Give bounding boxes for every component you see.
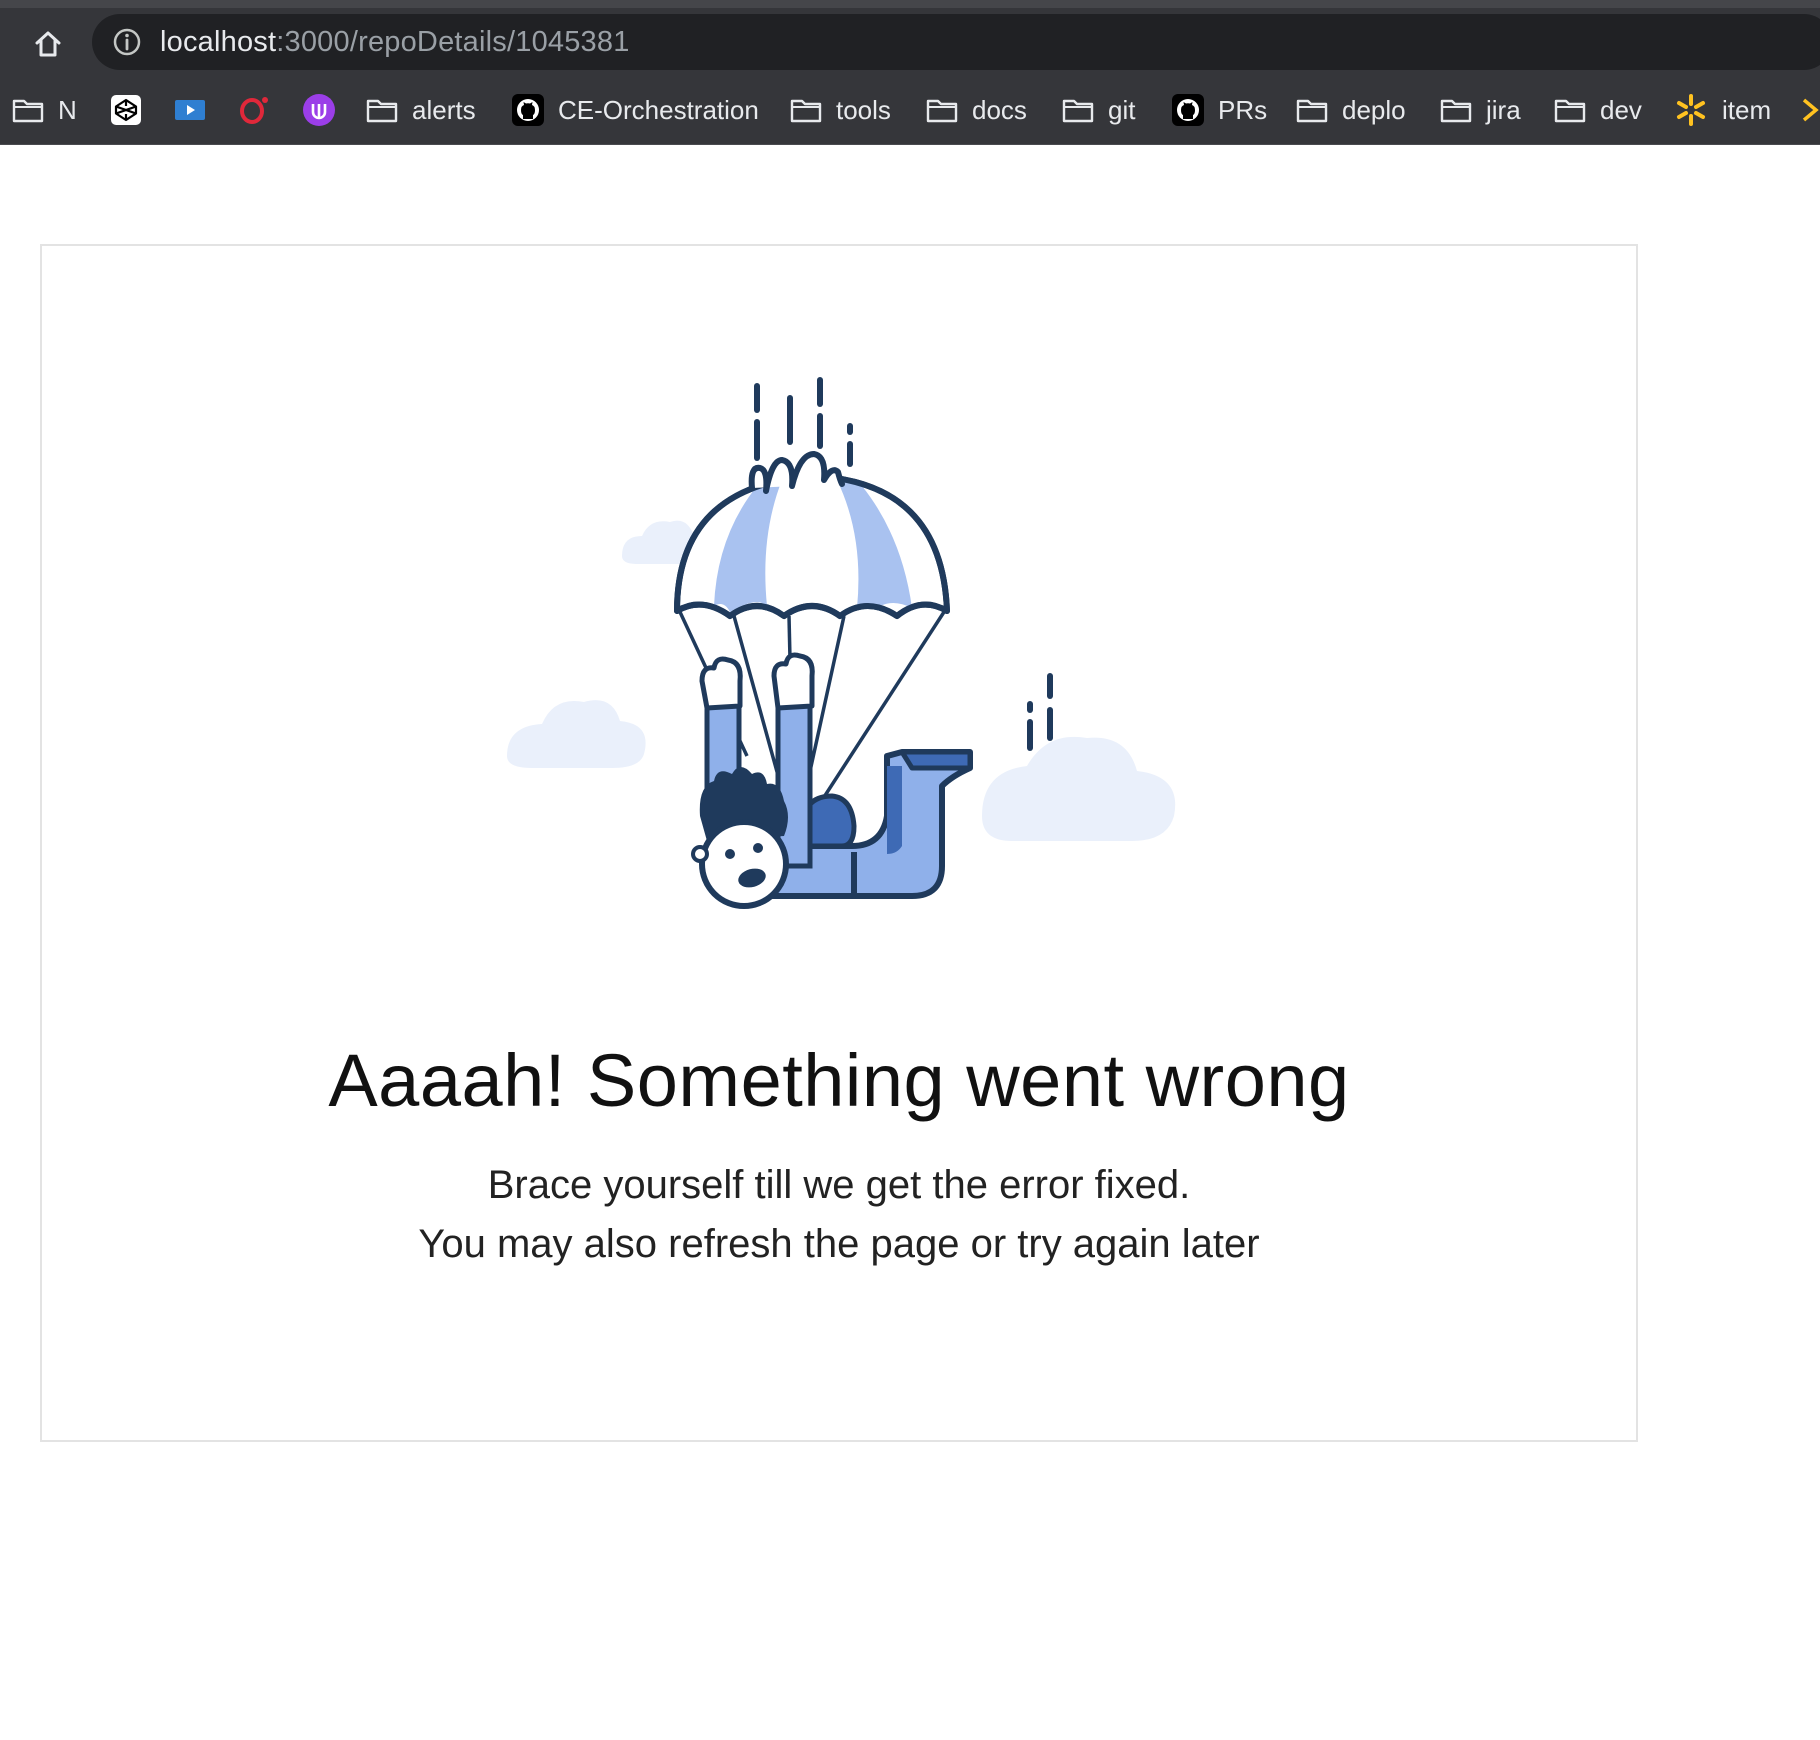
info-icon[interactable] xyxy=(112,27,142,57)
bookmark-jira[interactable]: jira xyxy=(1440,76,1521,144)
home-icon xyxy=(35,31,61,57)
error-message-line-1: Brace yourself till we get the error fix… xyxy=(487,1163,1191,1207)
url-host: localhost xyxy=(160,26,277,58)
folder-icon xyxy=(790,99,822,123)
bookmark-label: CE-Orchestration xyxy=(558,94,759,125)
bookmark-docs[interactable]: docs xyxy=(926,76,1027,144)
chevron-right-icon xyxy=(1802,98,1819,122)
bookmarks-overflow[interactable] xyxy=(1800,76,1820,144)
bookmark-label: N xyxy=(58,94,77,125)
folder-icon xyxy=(366,99,398,123)
error-message-line-2: You may also refresh the page or try aga… xyxy=(418,1222,1260,1266)
bookmark-tools[interactable]: tools xyxy=(790,76,891,144)
error-message: Brace yourself till we get the error fix… xyxy=(42,1156,1636,1274)
bookmarks-bar: N alerts CE-Orchestration tools docs git xyxy=(0,76,1820,145)
bookmark-label: docs xyxy=(972,94,1027,125)
bookmark-n[interactable]: N xyxy=(12,76,77,144)
bookmark-video[interactable] xyxy=(174,76,206,144)
bookmark-opera[interactable] xyxy=(238,76,270,144)
home-button[interactable] xyxy=(28,24,68,64)
bookmark-label: alerts xyxy=(412,94,476,125)
folder-icon xyxy=(1554,99,1586,123)
purple-u-icon xyxy=(303,94,335,126)
folder-icon xyxy=(1440,99,1472,123)
bookmark-alerts[interactable]: alerts xyxy=(366,76,476,144)
bookmark-ce-orchestration[interactable]: CE-Orchestration xyxy=(512,76,759,144)
bookmark-dev[interactable]: dev xyxy=(1554,76,1642,144)
folder-icon xyxy=(926,99,958,123)
folder-icon xyxy=(12,99,44,123)
folder-icon xyxy=(1296,99,1328,123)
walmart-spark-icon xyxy=(1677,94,1705,126)
bookmark-purple[interactable] xyxy=(302,76,336,144)
bookmark-codepen[interactable] xyxy=(110,76,142,144)
url-path: :3000/repoDetails/1045381 xyxy=(276,26,630,58)
bookmark-label: item xyxy=(1722,94,1772,125)
bookmark-item[interactable]: item xyxy=(1674,76,1771,144)
error-title: Aaaah! Something went wrong xyxy=(328,1039,1350,1122)
url-text[interactable]: localhost:3000/repoDetails/1045381 xyxy=(160,27,630,57)
bookmark-label: git xyxy=(1108,94,1136,125)
bookmark-prs[interactable]: PRs xyxy=(1172,76,1267,144)
error-card: Aaaah! Something went wrong Brace yourse… xyxy=(40,244,1638,1442)
bookmark-label: PRs xyxy=(1218,94,1268,125)
github-icon xyxy=(1172,94,1204,126)
window-top-strip xyxy=(0,0,1820,8)
codepen-icon xyxy=(111,95,141,125)
bookmark-label: jira xyxy=(1486,94,1521,125)
bookmark-git[interactable]: git xyxy=(1062,76,1135,144)
address-bar[interactable]: localhost:3000/repoDetails/1045381 xyxy=(92,14,1820,70)
parachute-canopy xyxy=(674,451,950,619)
opera-icon xyxy=(240,97,268,124)
skydiver-figure xyxy=(691,652,973,909)
github-icon xyxy=(512,94,544,126)
bookmark-deplo[interactable]: deplo xyxy=(1296,76,1406,144)
bookmark-label: dev xyxy=(1600,94,1642,125)
parachute-illustration xyxy=(507,377,1176,909)
video-player-icon xyxy=(175,100,205,120)
browser-toolbar: localhost:3000/repoDetails/1045381 xyxy=(0,8,1820,76)
folder-icon xyxy=(1062,99,1094,123)
bookmark-label: tools xyxy=(836,94,891,125)
bookmark-label: deplo xyxy=(1342,94,1406,125)
